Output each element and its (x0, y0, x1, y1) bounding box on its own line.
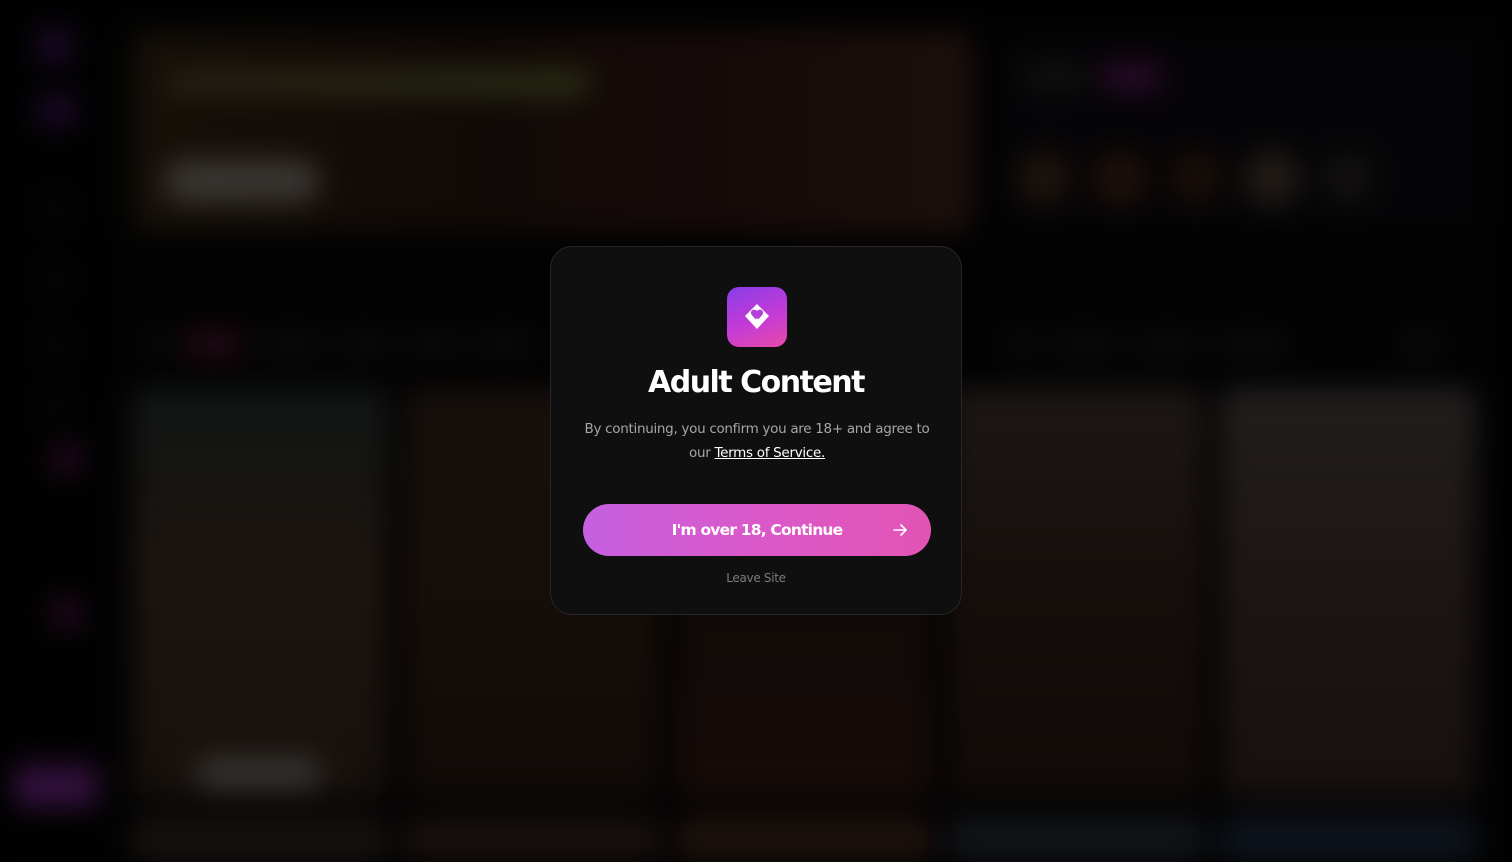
brand-logo (727, 287, 787, 347)
continue-button[interactable]: I'm over 18, Continue (583, 504, 931, 556)
brand-heart-diamond-icon (745, 304, 769, 329)
continue-button-label: I'm over 18, Continue (671, 521, 844, 539)
arrow-right-icon (893, 524, 907, 536)
modal-title: Adult Content (648, 365, 866, 400)
leave-site-link[interactable]: Leave Site (551, 571, 961, 585)
modal-description: By continuing, you confirm you are 18+ a… (581, 417, 933, 465)
age-verification-modal: Adult Content By continuing, you confirm… (550, 246, 962, 615)
terms-of-service-link[interactable]: Terms of Service. (715, 445, 826, 461)
